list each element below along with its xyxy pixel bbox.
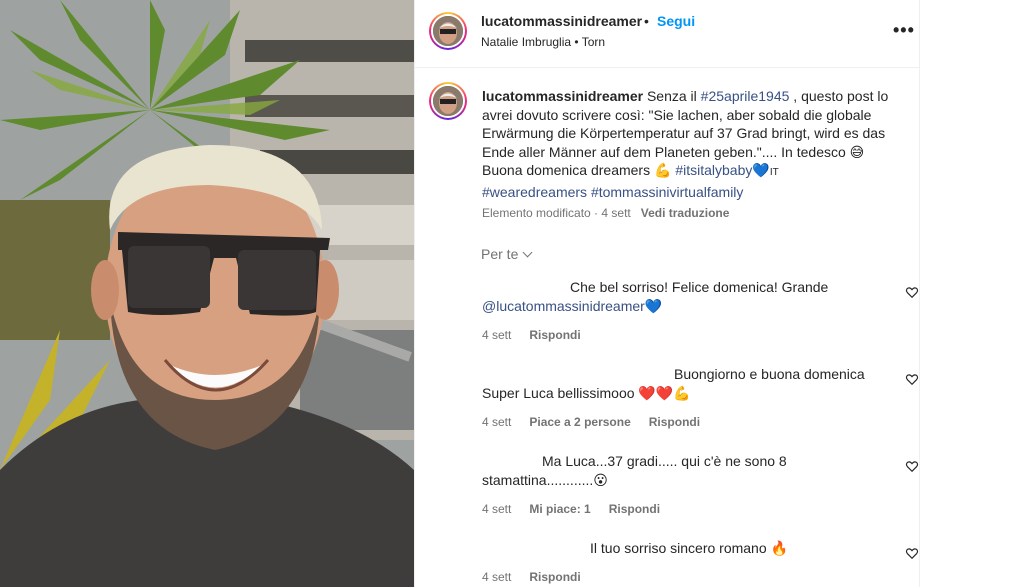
hashtag-25aprile1945[interactable]: #25aprile1945 bbox=[701, 88, 790, 104]
hearts-biceps-emoji: ❤️❤️💪 bbox=[638, 385, 691, 401]
caption-username[interactable]: lucatommassinidreamer bbox=[482, 88, 643, 104]
fire-emoji: 🔥 bbox=[770, 540, 788, 556]
reply-button[interactable]: Rispondi bbox=[649, 415, 700, 429]
audio-track-link[interactable]: Natalie Imbruglia • Torn bbox=[481, 35, 605, 49]
heart-outline-icon[interactable] bbox=[905, 459, 919, 473]
edited-timestamp: Elemento modificato · 4 sett bbox=[482, 206, 631, 220]
comment-meta: 4 sett Mi piace: 1 Rispondi bbox=[482, 502, 902, 516]
see-translation-link[interactable]: Vedi traduzione bbox=[641, 206, 730, 220]
caption-text: lucatommassinidreamer Senza il #25aprile… bbox=[482, 87, 912, 201]
comment-meta: 4 sett Piace a 2 persone Rispondi bbox=[482, 415, 902, 429]
author-avatar[interactable] bbox=[429, 12, 467, 50]
page-background bbox=[920, 0, 1024, 587]
comment-meta: 4 sett Rispondi bbox=[482, 570, 902, 584]
heart-outline-icon[interactable] bbox=[905, 546, 919, 560]
comment-text: Ma Luca...37 gradi..... qui c'è ne sono … bbox=[542, 453, 787, 469]
heart-outline-icon[interactable] bbox=[905, 372, 919, 386]
post-photo[interactable] bbox=[0, 0, 414, 587]
follow-button[interactable]: Segui bbox=[657, 13, 695, 29]
post-details-panel: lucatommassinidreamer • Segui Natalie Im… bbox=[414, 0, 921, 587]
post-header: lucatommassinidreamer • Segui Natalie Im… bbox=[415, 0, 921, 68]
comment-time: 4 sett bbox=[482, 502, 512, 516]
blue-heart-emoji: 💙 bbox=[644, 298, 663, 314]
sort-label: Per te bbox=[481, 246, 519, 262]
comment-meta: 4 sett Rispondi bbox=[482, 328, 902, 342]
comment-item: Che bel sorriso! Felice domenica! Grande… bbox=[482, 278, 902, 342]
caption-meta: Elemento modificato · 4 sett Vedi traduzi… bbox=[482, 206, 729, 220]
comment-time: 4 sett bbox=[482, 328, 512, 342]
comment-item: Buongiorno e buona domenica Super Luca b… bbox=[482, 365, 902, 429]
comment-item: Il tuo sorriso sincero romano 🔥 4 sett Ri… bbox=[482, 539, 902, 584]
caption-author-avatar[interactable] bbox=[429, 82, 467, 120]
post-photo-image bbox=[0, 0, 414, 587]
hashtag-itsitalybaby[interactable]: #itsitalybaby bbox=[671, 162, 752, 178]
reply-button[interactable]: Rispondi bbox=[529, 328, 580, 342]
comment-body: Il tuo sorriso sincero romano bbox=[590, 540, 771, 556]
reply-button[interactable]: Rispondi bbox=[609, 502, 660, 516]
comment-body: Super Luca bellissimooo bbox=[482, 385, 639, 401]
separator-dot: • bbox=[644, 13, 649, 29]
comment-body: Che bel sorriso! Felice domenica! Grande bbox=[570, 279, 829, 295]
avatar-image bbox=[433, 86, 463, 116]
flexed-biceps-emoji: 💪 bbox=[654, 162, 672, 178]
caption-segment: Buona domenica dreamers bbox=[482, 162, 654, 178]
comment-time: 4 sett bbox=[482, 570, 512, 584]
comment-text: Che bel sorriso! Felice domenica! Grande bbox=[482, 278, 892, 297]
more-options-icon[interactable]: ••• bbox=[893, 20, 915, 41]
heart-outline-icon[interactable] bbox=[905, 285, 919, 299]
sweat-smile-emoji: 😅 bbox=[849, 143, 865, 160]
avatar-image bbox=[433, 16, 463, 46]
reply-button[interactable]: Rispondi bbox=[529, 570, 580, 584]
comment-text-line2: stamattina............😮 bbox=[482, 471, 892, 490]
comment-text: Buongiorno e buona domenica bbox=[674, 366, 865, 382]
blue-heart-emoji: 💙 bbox=[752, 162, 770, 178]
comment-mention[interactable]: @lucatommassinidreamer bbox=[482, 298, 645, 314]
chevron-down-icon bbox=[522, 247, 533, 258]
astonished-emoji: 😮 bbox=[593, 472, 608, 488]
comments-sort-dropdown[interactable]: Per te bbox=[481, 246, 533, 262]
comment-text-line2: Super Luca bellissimooo ❤️❤️💪 bbox=[482, 384, 892, 403]
comment-text: Il tuo sorriso sincero romano 🔥 bbox=[482, 539, 892, 558]
caption-segment: Senza il bbox=[643, 88, 701, 104]
italy-flag-emoji: IT bbox=[769, 167, 779, 178]
likes-count[interactable]: Mi piace: 1 bbox=[529, 502, 590, 516]
likes-count[interactable]: Piace a 2 persone bbox=[529, 415, 630, 429]
comment-text-line2: @lucatommassinidreamer💙 bbox=[482, 297, 892, 316]
comment-body: stamattina............ bbox=[482, 472, 594, 488]
comment-item: Ma Luca...37 gradi..... qui c'è ne sono … bbox=[482, 452, 902, 516]
comment-time: 4 sett bbox=[482, 415, 512, 429]
author-username[interactable]: lucatommassinidreamer bbox=[481, 13, 642, 29]
hashtags-dreamers[interactable]: #wearedreamers #tommassinivirtualfamily bbox=[482, 184, 743, 200]
